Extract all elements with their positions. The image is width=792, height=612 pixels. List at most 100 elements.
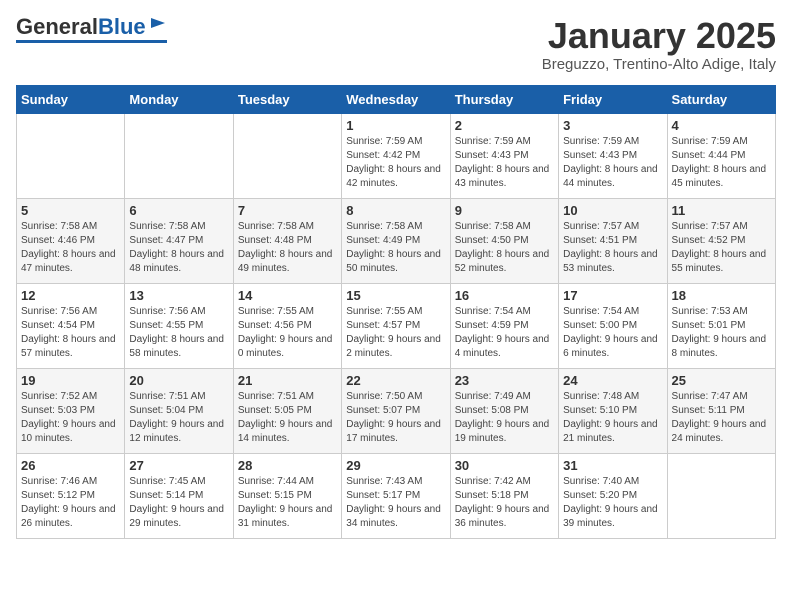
calendar-cell: 17 Sunrise: 7:54 AM Sunset: 5:00 PM Dayli… [559,283,667,368]
day-number: 4 [672,118,771,133]
day-number: 27 [129,458,228,473]
day-number: 28 [238,458,337,473]
calendar-cell: 10Sunrise: 7:57 AM Sunset: 4:51 PM Dayli… [559,198,667,283]
day-number: 12 [21,288,120,303]
calendar-header-row: SundayMondayTuesdayWednesdayThursdayFrid… [17,85,776,113]
calendar-cell: 24 Sunrise: 7:48 AM Sunset: 5:10 PM Dayli… [559,368,667,453]
calendar-week-3: 12 Sunrise: 7:56 AM Sunset: 4:54 PM Dayli… [17,283,776,368]
calendar-cell: 19 Sunrise: 7:52 AM Sunset: 5:03 PM Dayli… [17,368,125,453]
day-info: Sunrise: 7:42 AM Sunset: 5:18 PM Dayligh… [455,475,554,531]
day-number: 19 [21,373,120,388]
calendar-cell: 22Sunrise: 7:50 AM Sunset: 5:07 PM Dayli… [342,368,450,453]
calendar-cell: 3 Sunrise: 7:59 AM Sunset: 4:43 PM Daylig… [559,113,667,198]
day-info: Sunrise: 7:53 AM Sunset: 5:01 PM Dayligh… [672,305,771,361]
calendar-cell: 14 Sunrise: 7:55 AM Sunset: 4:56 PM Dayli… [233,283,341,368]
day-info: Sunrise: 7:51 AM Sunset: 5:05 PM Dayligh… [238,390,337,446]
day-info: Sunrise: 7:56 AM Sunset: 4:55 PM Dayligh… [129,305,228,361]
day-info: Sunrise: 7:48 AM Sunset: 5:10 PM Dayligh… [563,390,662,446]
day-number: 13 [129,288,228,303]
header-wednesday: Wednesday [342,85,450,113]
calendar-cell: 11 Sunrise: 7:57 AM Sunset: 4:52 PM Dayli… [667,198,775,283]
day-number: 16 [455,288,554,303]
day-info: Sunrise: 7:59 AM Sunset: 4:42 PM Dayligh… [346,135,445,191]
day-number: 25 [672,373,771,388]
calendar-cell: 15Sunrise: 7:55 AM Sunset: 4:57 PM Dayli… [342,283,450,368]
day-info: Sunrise: 7:58 AM Sunset: 4:47 PM Dayligh… [129,220,228,276]
calendar-cell: 31Sunrise: 7:40 AM Sunset: 5:20 PM Dayli… [559,453,667,538]
calendar-week-2: 5 Sunrise: 7:58 AM Sunset: 4:46 PM Daylig… [17,198,776,283]
day-info: Sunrise: 7:58 AM Sunset: 4:49 PM Dayligh… [346,220,445,276]
day-number: 29 [346,458,445,473]
calendar-cell: 16Sunrise: 7:54 AM Sunset: 4:59 PM Dayli… [450,283,558,368]
day-number: 31 [563,458,662,473]
calendar-cell: 27 Sunrise: 7:45 AM Sunset: 5:14 PM Dayli… [125,453,233,538]
calendar-cell: 20 Sunrise: 7:51 AM Sunset: 5:04 PM Dayli… [125,368,233,453]
calendar-cell: 9 Sunrise: 7:58 AM Sunset: 4:50 PM Daylig… [450,198,558,283]
day-info: Sunrise: 7:45 AM Sunset: 5:14 PM Dayligh… [129,475,228,531]
day-number: 2 [455,118,554,133]
calendar-cell: 12 Sunrise: 7:56 AM Sunset: 4:54 PM Dayli… [17,283,125,368]
calendar-cell: 1 Sunrise: 7:59 AM Sunset: 4:42 PM Daylig… [342,113,450,198]
calendar-cell [233,113,341,198]
day-number: 10 [563,203,662,218]
day-info: Sunrise: 7:58 AM Sunset: 4:50 PM Dayligh… [455,220,554,276]
day-info: Sunrise: 7:52 AM Sunset: 5:03 PM Dayligh… [21,390,120,446]
day-number: 24 [563,373,662,388]
day-info: Sunrise: 7:59 AM Sunset: 4:43 PM Dayligh… [563,135,662,191]
day-number: 30 [455,458,554,473]
day-number: 3 [563,118,662,133]
day-info: Sunrise: 7:46 AM Sunset: 5:12 PM Dayligh… [21,475,120,531]
day-number: 8 [346,203,445,218]
day-info: Sunrise: 7:59 AM Sunset: 4:44 PM Dayligh… [672,135,771,191]
calendar-cell: 25 Sunrise: 7:47 AM Sunset: 5:11 PM Dayli… [667,368,775,453]
calendar-cell: 29 Sunrise: 7:43 AM Sunset: 5:17 PM Dayli… [342,453,450,538]
logo-text: GeneralBlue [16,16,146,38]
calendar-cell [667,453,775,538]
calendar-cell: 21 Sunrise: 7:51 AM Sunset: 5:05 PM Dayli… [233,368,341,453]
calendar-cell: 5 Sunrise: 7:58 AM Sunset: 4:46 PM Daylig… [17,198,125,283]
calendar-cell: 4 Sunrise: 7:59 AM Sunset: 4:44 PM Daylig… [667,113,775,198]
calendar-cell: 6Sunrise: 7:58 AM Sunset: 4:47 PM Daylig… [125,198,233,283]
day-info: Sunrise: 7:58 AM Sunset: 4:48 PM Dayligh… [238,220,337,276]
calendar-cell: 30 Sunrise: 7:42 AM Sunset: 5:18 PM Dayli… [450,453,558,538]
day-info: Sunrise: 7:49 AM Sunset: 5:08 PM Dayligh… [455,390,554,446]
header-monday: Monday [125,85,233,113]
logo: GeneralBlue [16,16,167,43]
day-info: Sunrise: 7:57 AM Sunset: 4:52 PM Dayligh… [672,220,771,276]
day-info: Sunrise: 7:56 AM Sunset: 4:54 PM Dayligh… [21,305,120,361]
calendar-cell: 8 Sunrise: 7:58 AM Sunset: 4:49 PM Daylig… [342,198,450,283]
day-number: 20 [129,373,228,388]
day-number: 18 [672,288,771,303]
day-number: 14 [238,288,337,303]
day-info: Sunrise: 7:58 AM Sunset: 4:46 PM Dayligh… [21,220,120,276]
day-number: 11 [672,203,771,218]
calendar: SundayMondayTuesdayWednesdayThursdayFrid… [16,85,776,539]
day-number: 5 [21,203,120,218]
day-number: 1 [346,118,445,133]
day-info: Sunrise: 7:51 AM Sunset: 5:04 PM Dayligh… [129,390,228,446]
day-info: Sunrise: 7:43 AM Sunset: 5:17 PM Dayligh… [346,475,445,531]
day-info: Sunrise: 7:50 AM Sunset: 5:07 PM Dayligh… [346,390,445,446]
day-number: 17 [563,288,662,303]
calendar-week-5: 26Sunrise: 7:46 AM Sunset: 5:12 PM Dayli… [17,453,776,538]
calendar-cell: 23Sunrise: 7:49 AM Sunset: 5:08 PM Dayli… [450,368,558,453]
day-info: Sunrise: 7:44 AM Sunset: 5:15 PM Dayligh… [238,475,337,531]
day-number: 9 [455,203,554,218]
calendar-cell: 18 Sunrise: 7:53 AM Sunset: 5:01 PM Dayli… [667,283,775,368]
day-info: Sunrise: 7:55 AM Sunset: 4:57 PM Dayligh… [346,305,445,361]
day-info: Sunrise: 7:55 AM Sunset: 4:56 PM Dayligh… [238,305,337,361]
header-tuesday: Tuesday [233,85,341,113]
day-info: Sunrise: 7:54 AM Sunset: 5:00 PM Dayligh… [563,305,662,361]
day-info: Sunrise: 7:47 AM Sunset: 5:11 PM Dayligh… [672,390,771,446]
day-number: 21 [238,373,337,388]
location: Breguzzo, Trentino-Alto Adige, Italy [542,56,776,73]
calendar-cell [17,113,125,198]
calendar-cell: 13 Sunrise: 7:56 AM Sunset: 4:55 PM Dayli… [125,283,233,368]
calendar-cell [125,113,233,198]
calendar-week-4: 19 Sunrise: 7:52 AM Sunset: 5:03 PM Dayli… [17,368,776,453]
logo-line [16,40,167,43]
month-title: January 2025 [542,16,776,56]
calendar-week-1: 1 Sunrise: 7:59 AM Sunset: 4:42 PM Daylig… [17,113,776,198]
calendar-cell: 26Sunrise: 7:46 AM Sunset: 5:12 PM Dayli… [17,453,125,538]
header-saturday: Saturday [667,85,775,113]
